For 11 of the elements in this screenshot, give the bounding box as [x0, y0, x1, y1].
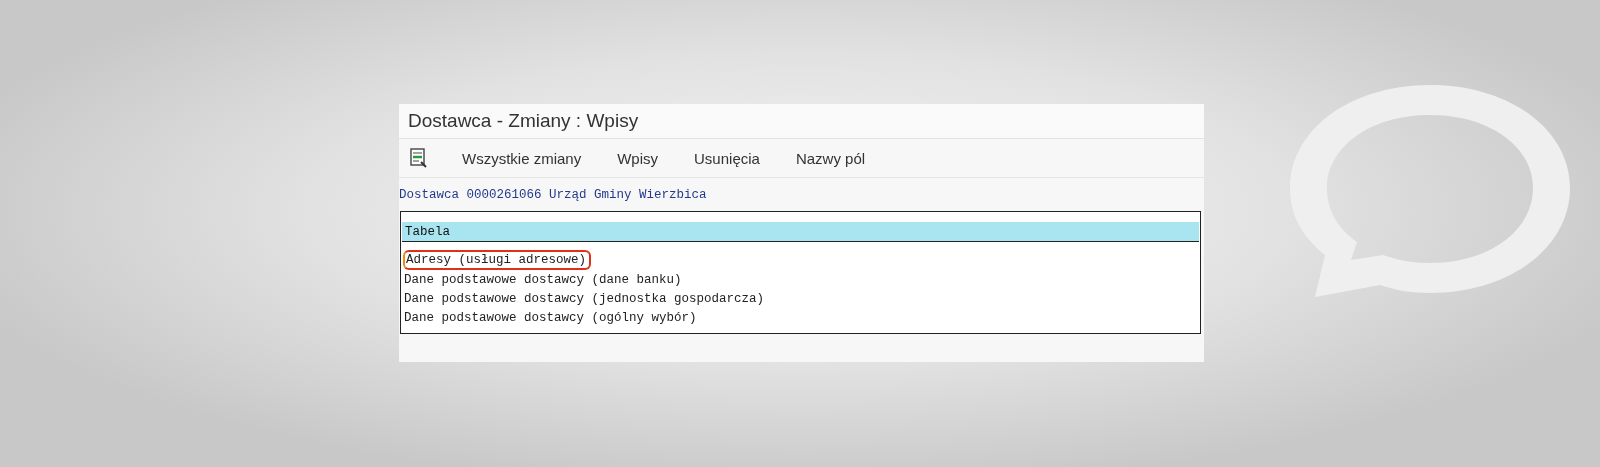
toolbar-button[interactable]: Wpisy [599, 145, 677, 171]
table-row[interactable]: Dane podstawowe dostawcy (jednostka gospodarcza) [401, 290, 768, 309]
toolbar-button[interactable]: Nazwy pól [777, 145, 884, 171]
table-row[interactable]: Dane podstawowe dostawcy (dane banku) [401, 271, 685, 290]
toolbar-button[interactable]: Wszystkie zmiany [444, 145, 600, 171]
table-header: Tabela [402, 222, 1199, 242]
table-row[interactable]: Dane podstawowe dostawcy (ogólny wybór) [401, 309, 700, 328]
table-row[interactable]: Adresy (usługi adresowe) [403, 250, 592, 270]
document-search-icon[interactable] [410, 148, 428, 168]
toolbar-button[interactable]: Usunięcia [676, 145, 778, 171]
vendor-heading: Dostawca 0000261066 Urząd Gminy Wierzbica [399, 187, 708, 204]
